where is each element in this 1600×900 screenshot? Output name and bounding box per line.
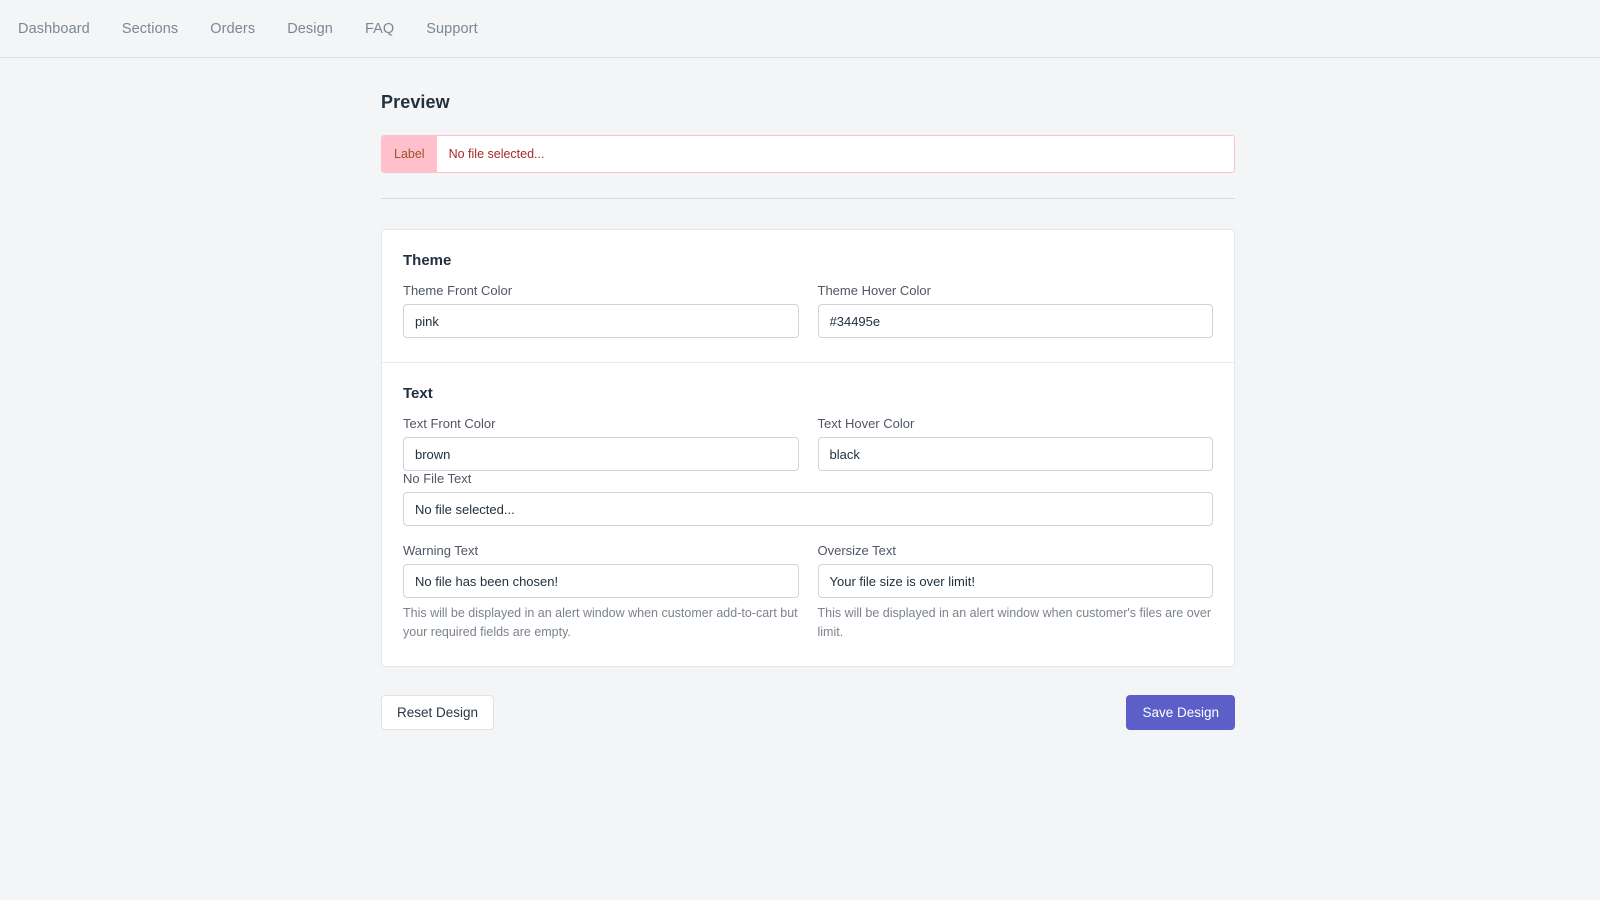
theme-hover-color-label: Theme Hover Color	[817, 283, 931, 298]
theme-front-color-field: Theme Front Color	[403, 283, 799, 338]
top-navigation-bar: Dashboard Sections Orders Design FAQ Sup…	[0, 0, 1600, 58]
nav-item-orders[interactable]: Orders	[210, 21, 255, 37]
text-color-fields-row: Text Front Color Text Hover Color	[403, 416, 1213, 471]
nav-item-support[interactable]: Support	[426, 21, 478, 37]
no-file-text-input[interactable]	[403, 492, 1213, 526]
preview-file-button-label[interactable]: Label	[382, 136, 437, 172]
nav-item-design[interactable]: Design	[287, 21, 333, 37]
text-section: Text Text Front Color Text Hover Color N…	[382, 362, 1234, 666]
warning-text-help: This will be displayed in an alert windo…	[403, 606, 798, 639]
page-body: Preview Label No file selected... Theme …	[0, 58, 1600, 730]
warning-text-label: Warning Text	[403, 543, 479, 558]
text-hover-color-field: Text Hover Color	[817, 416, 1213, 471]
preview-file-name-text: No file selected...	[448, 147, 545, 161]
reset-design-button[interactable]: Reset Design	[381, 694, 495, 730]
preview-file-input[interactable]: Label No file selected...	[381, 135, 1235, 173]
oversize-text-input[interactable]	[817, 564, 1213, 598]
text-section-title: Text	[403, 385, 433, 402]
theme-fields-row: Theme Front Color Theme Hover Color	[403, 283, 1213, 338]
theme-section: Theme Theme Front Color Theme Hover Colo…	[382, 230, 1234, 362]
warning-text-input[interactable]	[403, 564, 799, 598]
design-settings-card: Theme Theme Front Color Theme Hover Colo…	[381, 229, 1235, 667]
save-design-button[interactable]: Save Design	[1126, 694, 1235, 730]
warning-text-field: Warning Text This will be displayed in a…	[403, 543, 799, 642]
theme-hover-color-input[interactable]	[817, 304, 1213, 338]
form-actions: Reset Design Save Design	[381, 694, 1235, 730]
alert-text-fields-row: Warning Text This will be displayed in a…	[403, 543, 1213, 642]
theme-section-title: Theme	[403, 252, 452, 269]
text-front-color-label: Text Front Color	[403, 416, 496, 431]
theme-hover-color-field: Theme Hover Color	[817, 283, 1213, 338]
oversize-text-field: Oversize Text This will be displayed in …	[817, 543, 1213, 642]
nav-item-dashboard[interactable]: Dashboard	[18, 21, 90, 37]
text-front-color-field: Text Front Color	[403, 416, 799, 471]
nav-item-sections[interactable]: Sections	[122, 21, 178, 37]
nav-item-faq[interactable]: FAQ	[365, 21, 394, 37]
content-column: Preview Label No file selected... Theme …	[381, 92, 1235, 730]
theme-front-color-label: Theme Front Color	[403, 283, 513, 298]
oversize-text-label: Oversize Text	[817, 543, 897, 558]
theme-front-color-input[interactable]	[403, 304, 799, 338]
no-file-text-label: No File Text	[403, 471, 472, 486]
page-title: Preview	[381, 92, 450, 112]
section-divider	[381, 198, 1235, 199]
no-file-text-field: No File Text	[403, 471, 1213, 526]
text-hover-color-label: Text Hover Color	[817, 416, 915, 431]
text-hover-color-input[interactable]	[817, 437, 1213, 471]
oversize-text-help: This will be displayed in an alert windo…	[817, 606, 1212, 639]
text-front-color-input[interactable]	[403, 437, 799, 471]
